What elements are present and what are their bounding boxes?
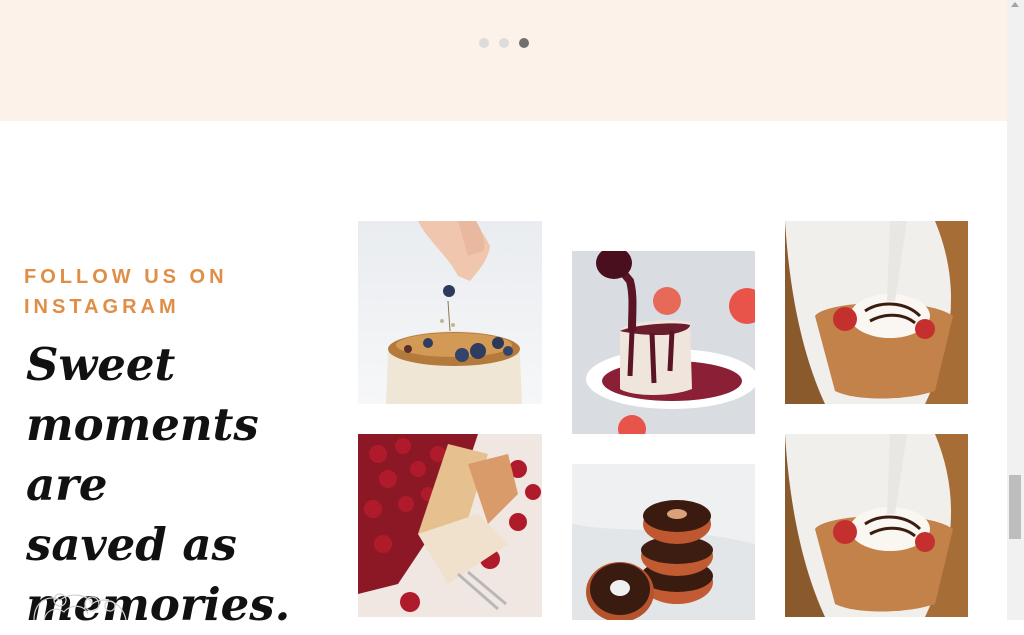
eyebrow-line-1: FOLLOW US ON [24, 266, 228, 288]
scroll-thumb[interactable] [1009, 475, 1021, 539]
instagram-photo-crepe-cone-2[interactable] [785, 434, 968, 617]
crepe-cone-photo-icon [785, 434, 968, 617]
headline-line-1: Sweet [26, 338, 176, 391]
instagram-photo-chocolate-donuts[interactable] [572, 464, 755, 620]
cupcake-sketch-icon [33, 593, 127, 620]
carousel-dots [479, 38, 529, 48]
carousel-dot-2[interactable] [499, 38, 509, 48]
page-scrollbar[interactable] [1007, 0, 1024, 620]
carousel-dot-1[interactable] [479, 38, 489, 48]
instagram-photo-cheesecake[interactable] [572, 251, 755, 434]
instagram-photo-blueberry-cake[interactable] [358, 221, 542, 404]
carousel-dot-3[interactable] [519, 38, 529, 48]
cheesecake-sauce-photo-icon [572, 251, 755, 434]
blueberry-cake-photo-icon [358, 221, 542, 404]
instagram-photo-cherry-pastry[interactable] [358, 434, 542, 617]
eyebrow-line-2: INSTAGRAM [24, 296, 180, 318]
scroll-up-arrow-icon[interactable] [1011, 2, 1019, 7]
cherry-pastry-photo-icon [358, 434, 542, 617]
instagram-photo-crepe-cone[interactable] [785, 221, 968, 404]
headline-line-3: saved as [26, 518, 237, 571]
testimonial-band [0, 0, 1007, 121]
crepe-cone-photo-icon [785, 221, 968, 404]
chocolate-donuts-photo-icon [572, 464, 755, 620]
instagram-eyebrow: FOLLOW US ON INSTAGRAM [24, 262, 324, 322]
headline-line-2: moments are [26, 398, 259, 511]
